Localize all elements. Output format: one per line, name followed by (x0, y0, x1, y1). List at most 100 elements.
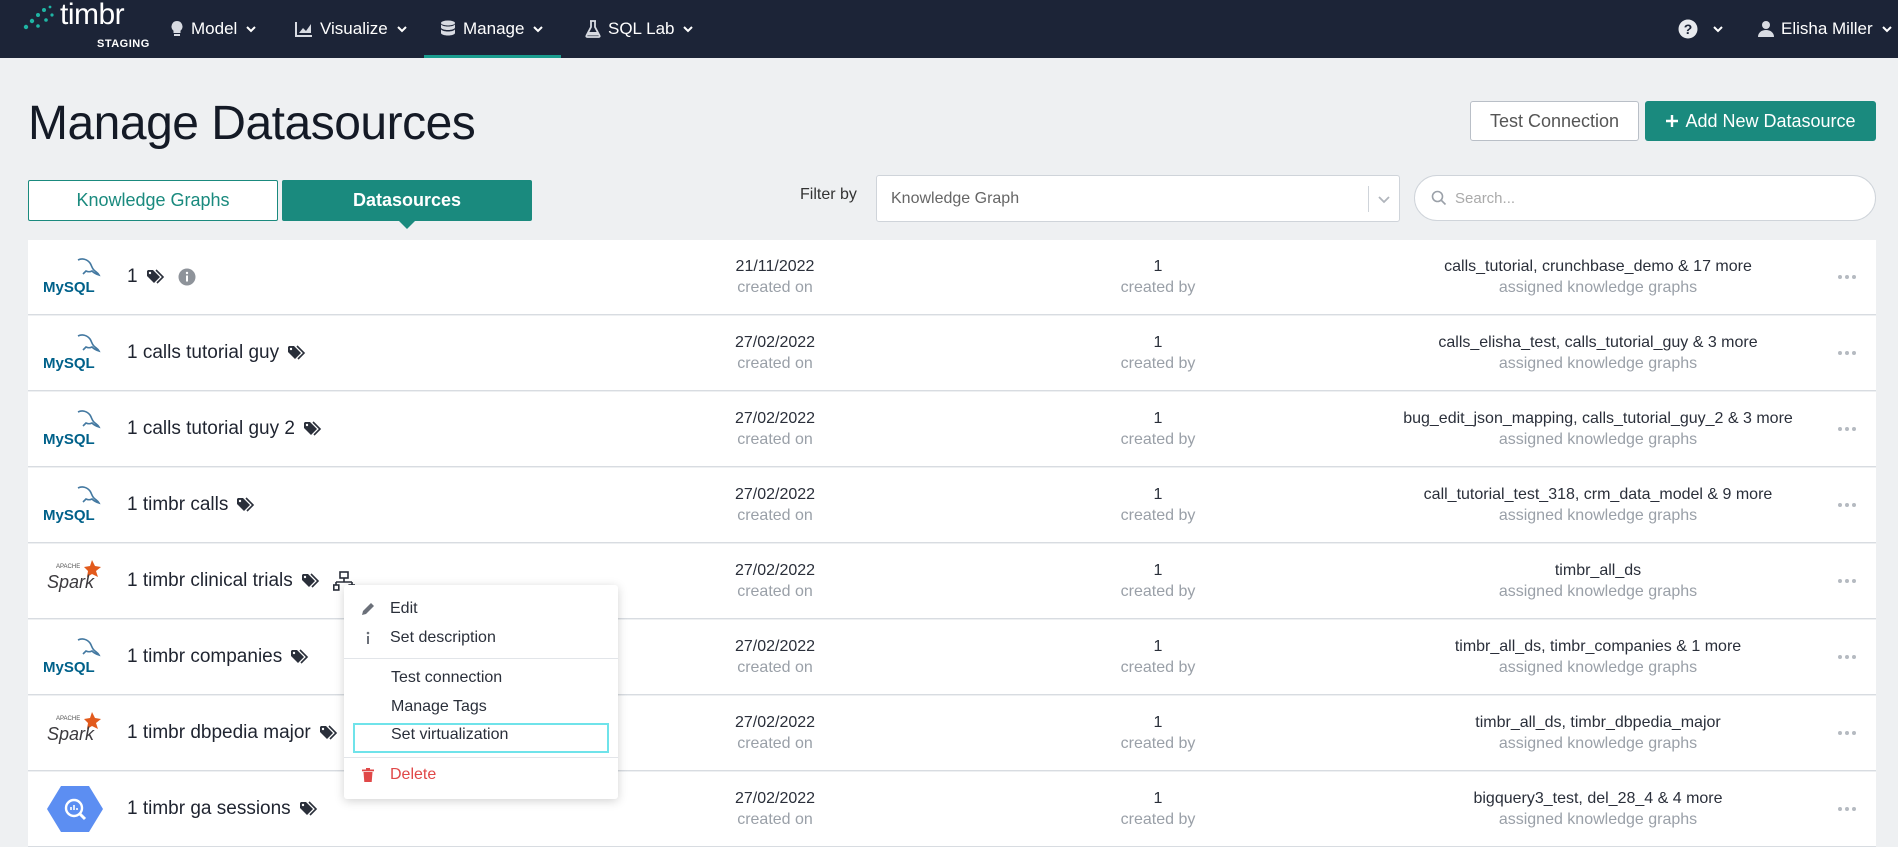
created-by-cell: 1 created by (1088, 408, 1228, 450)
assigned-kg-value: timbr_all_ds, timbr_companies & 1 more (1454, 638, 1742, 655)
nav-model[interactable]: Model (170, 0, 258, 58)
search-input[interactable] (1455, 186, 1855, 210)
assigned-kg-value: calls_tutorial, crunchbase_demo & 17 mor… (1444, 258, 1752, 275)
tags-icon[interactable] (319, 725, 339, 741)
datasource-row[interactable]: 1 timbr ga sessions 27/02/2022 created o… (28, 772, 1876, 847)
created-on-value: 27/02/2022 (734, 486, 816, 503)
datasource-name[interactable]: 1 calls tutorial guy 2 (127, 418, 323, 440)
datasource-name[interactable]: 1 timbr companies (127, 646, 310, 668)
nav-sql-lab[interactable]: SQL Lab (585, 0, 695, 58)
mysql-logo-text: MySQL (43, 355, 95, 372)
datasource-name[interactable]: 1 calls tutorial guy (127, 342, 307, 364)
menu-item-set-description-label: Set description (390, 629, 496, 646)
datasource-row[interactable]: APACHE Spark 1 timbr clinical trials 27/… (28, 544, 1876, 619)
datasource-row[interactable]: MySQL 1 calls tutorial guy 2 27/02/2022 … (28, 392, 1876, 467)
assigned-kg-value: bug_edit_json_mapping, calls_tutorial_gu… (1403, 410, 1793, 427)
timbr-logo[interactable]: timbr STAGING (20, 0, 149, 58)
nav-manage[interactable]: Manage (423, 0, 562, 58)
created-by-value: 1 (1153, 562, 1163, 579)
nav-visualize[interactable]: Visualize (295, 0, 409, 58)
page-title: Manage Datasources (28, 97, 476, 150)
created-by-cell: 1 created by (1088, 788, 1228, 830)
datasource-name-label: 1 calls tutorial guy 2 (127, 418, 295, 439)
assigned-kg-cell: bigquery3_test, del_28_4 & 4 more assign… (1318, 788, 1876, 830)
tags-icon[interactable] (301, 573, 321, 589)
created-on-value: 27/02/2022 (734, 714, 816, 731)
datasource-name[interactable]: 1 timbr clinical trials (127, 570, 355, 592)
more-options-icon[interactable] (1838, 802, 1858, 816)
datasource-row[interactable]: MySQL 1 timbr companies 27/02/2022 creat… (28, 620, 1876, 695)
test-connection-button[interactable]: Test Connection (1470, 101, 1639, 141)
tags-icon[interactable] (236, 497, 256, 513)
datasource-name[interactable]: 1 (127, 266, 196, 288)
help-menu[interactable]: ? (1678, 0, 1725, 58)
tags-icon[interactable] (287, 345, 307, 361)
more-options-icon[interactable] (1838, 270, 1858, 284)
nav-model-label: Model (191, 19, 238, 38)
created-by-label: created by (1120, 659, 1196, 676)
brand-name: timbr (60, 0, 125, 31)
assigned-kg-cell: bug_edit_json_mapping, calls_tutorial_gu… (1318, 408, 1876, 450)
spark-logo-apache: APACHE (56, 564, 80, 570)
datasource-row[interactable]: APACHE Spark 1 timbr dbpedia major 27/02… (28, 696, 1876, 771)
created-on-label: created on (737, 507, 813, 524)
nav-visualize-label: Visualize (320, 19, 388, 38)
filter-select-separator (1368, 186, 1369, 212)
tags-icon[interactable] (290, 649, 310, 665)
created-on-value: 27/02/2022 (734, 334, 816, 351)
menu-item-set-description[interactable]: Set description (344, 626, 618, 650)
datasource-name[interactable]: 1 timbr dbpedia major (127, 722, 339, 744)
assigned-kg-value: calls_elisha_test, calls_tutorial_guy & … (1438, 334, 1758, 351)
menu-item-edit[interactable]: Edit (344, 597, 618, 621)
user-menu[interactable]: Elisha Miller (1758, 0, 1894, 58)
created-on-cell: 27/02/2022 created on (695, 332, 855, 374)
spark-logo: APACHE Spark (47, 712, 101, 744)
add-new-datasource-button[interactable]: Add New Datasource (1645, 101, 1876, 141)
info-icon (366, 631, 370, 644)
menu-item-manage-tags[interactable]: Manage Tags (344, 695, 618, 719)
pencil-icon (362, 603, 374, 615)
created-by-cell: 1 created by (1088, 484, 1228, 526)
more-options-icon[interactable] (1838, 574, 1858, 588)
created-on-cell: 27/02/2022 created on (695, 408, 855, 450)
created-by-label: created by (1120, 735, 1196, 752)
more-options-icon[interactable] (1838, 726, 1858, 740)
more-options-icon[interactable] (1838, 498, 1858, 512)
database-icon (441, 20, 455, 36)
created-on-cell: 27/02/2022 created on (695, 636, 855, 678)
datasource-name[interactable]: 1 timbr calls (127, 494, 256, 516)
mysql-logo-text: MySQL (43, 431, 95, 448)
datasource-row[interactable]: MySQL 1 21/11/2022 created on 1 created … (28, 240, 1876, 315)
mysql-logo-text: MySQL (43, 659, 95, 676)
tags-icon[interactable] (299, 801, 319, 817)
spark-logo: APACHE Spark (47, 560, 101, 592)
spark-logo-text: Spark (47, 724, 95, 744)
chevron-down-icon[interactable] (1377, 192, 1391, 206)
filter-select[interactable]: Knowledge Graph (876, 175, 1400, 222)
created-on-label: created on (737, 735, 813, 752)
assigned-kg-cell: timbr_all_ds, timbr_dbpedia_major assign… (1318, 712, 1876, 754)
more-options-icon[interactable] (1838, 650, 1858, 664)
search-box[interactable] (1414, 175, 1876, 221)
datasource-row[interactable]: MySQL 1 calls tutorial guy 27/02/2022 cr… (28, 316, 1876, 391)
datasource-row[interactable]: MySQL 1 timbr calls 27/02/2022 created o… (28, 468, 1876, 543)
menu-item-test-connection[interactable]: Test connection (344, 666, 618, 690)
created-by-label: created by (1120, 279, 1196, 296)
more-options-icon[interactable] (1838, 422, 1858, 436)
info-icon[interactable] (178, 268, 196, 286)
menu-item-delete[interactable]: Delete (344, 763, 618, 787)
tab-knowledge-graphs[interactable]: Knowledge Graphs (28, 180, 278, 221)
datasource-list: MySQL 1 21/11/2022 created on 1 created … (28, 240, 1876, 847)
created-by-cell: 1 created by (1088, 636, 1228, 678)
menu-item-set-virtualization[interactable]: Set virtualization (344, 723, 618, 747)
trash-icon (362, 768, 374, 782)
created-by-label: created by (1120, 583, 1196, 600)
tags-icon[interactable] (146, 269, 166, 285)
more-options-icon[interactable] (1838, 346, 1858, 360)
tags-icon[interactable] (303, 421, 323, 437)
datasource-name[interactable]: 1 timbr ga sessions (127, 798, 319, 820)
tab-datasources[interactable]: Datasources (282, 180, 532, 229)
brand-env: STAGING (97, 38, 150, 50)
created-by-value: 1 (1153, 638, 1163, 655)
created-on-label: created on (737, 659, 813, 676)
